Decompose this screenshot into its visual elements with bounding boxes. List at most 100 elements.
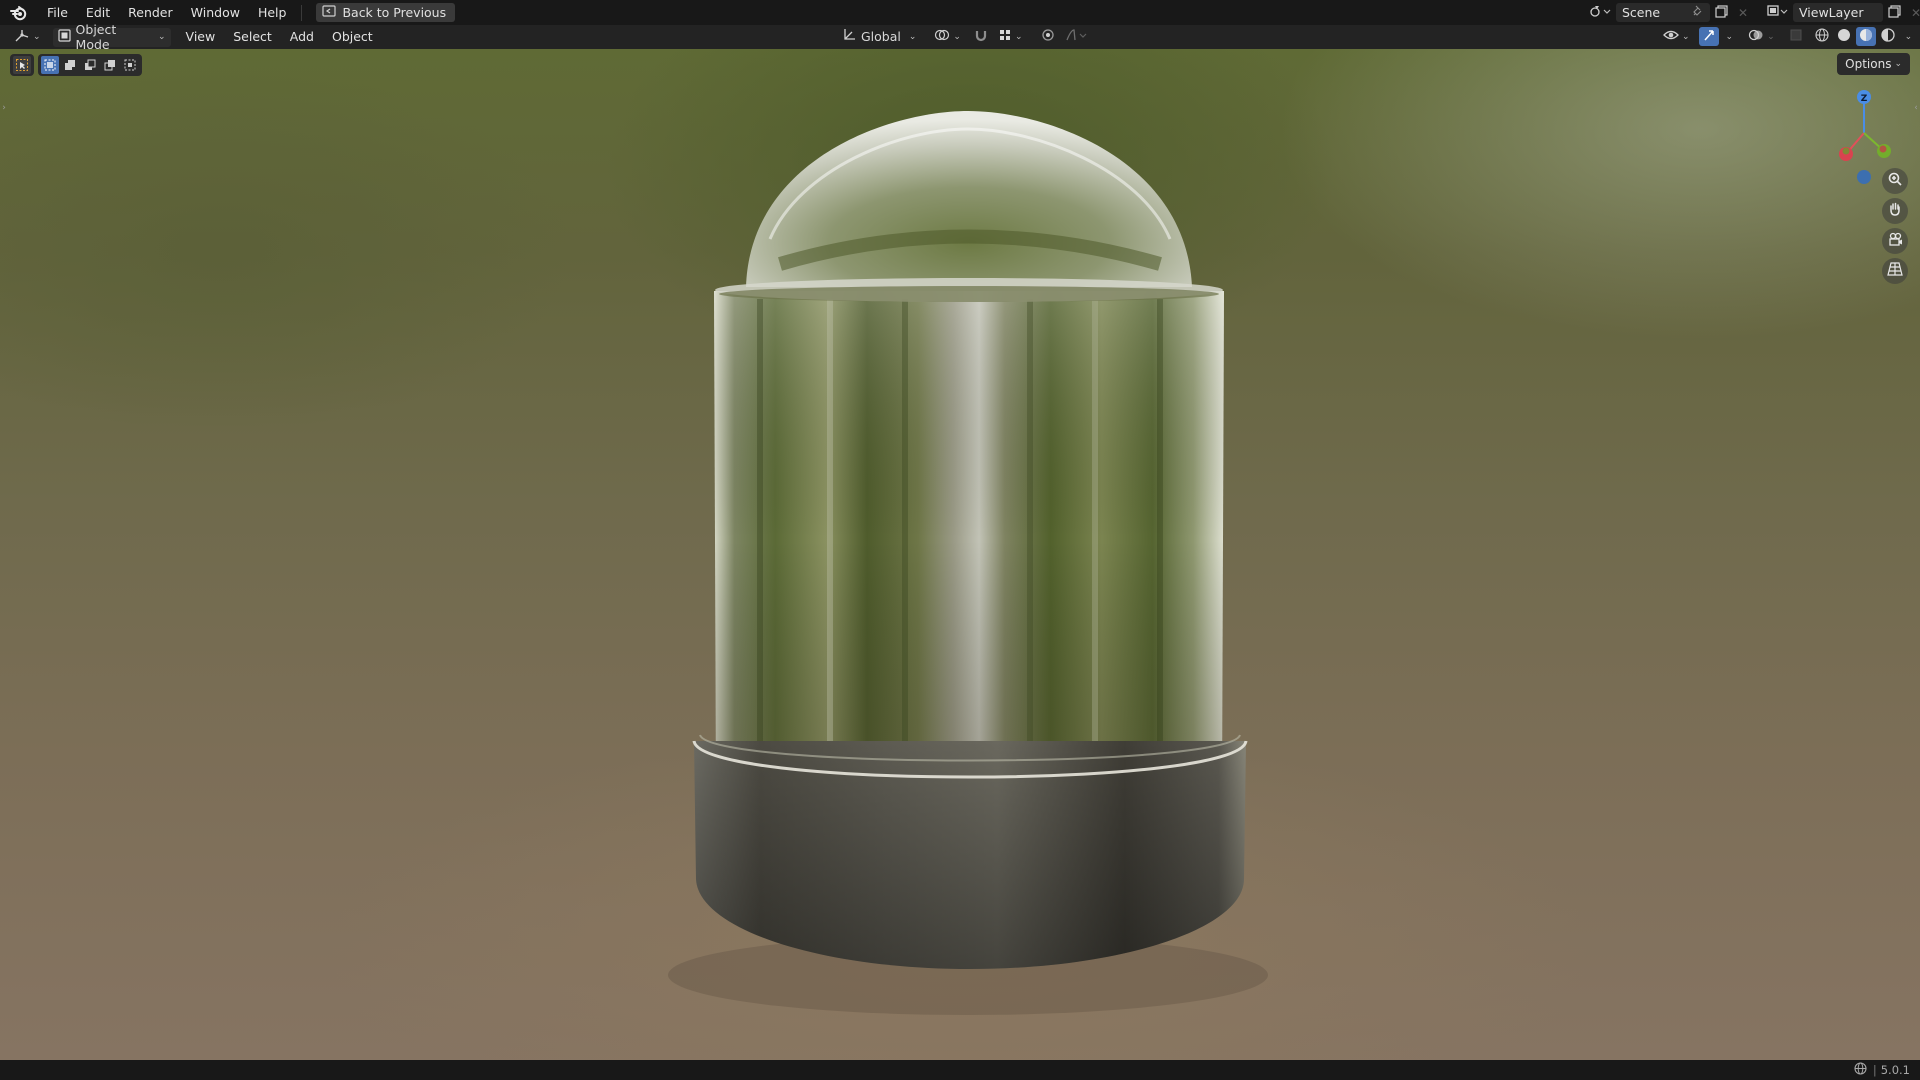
scene-name-field[interactable]: Scene: [1616, 3, 1710, 22]
shading-options-dropdown[interactable]: ⌄: [1900, 27, 1915, 46]
scene-selector-group: Scene ✕: [1586, 0, 1754, 25]
gizmo-icon: [1702, 28, 1716, 45]
dome-rim-shadow: [719, 286, 1219, 302]
new-view-layer-button[interactable]: [1883, 3, 1905, 22]
object-mode-icon: [57, 29, 71, 45]
zoom-button[interactable]: [1882, 168, 1908, 194]
mode-label: Object Mode: [75, 22, 117, 52]
scene-name: Scene: [1622, 5, 1661, 20]
view-layer-name: ViewLayer: [1799, 5, 1864, 20]
transform-orientation-selector[interactable]: Global ⌄: [838, 27, 920, 46]
chevron-down-icon: ⌄: [1725, 31, 1734, 42]
tool-row: [10, 53, 142, 77]
close-icon: ✕: [1737, 5, 1749, 20]
blender-logo-icon[interactable]: [0, 0, 38, 25]
sidebar-expand-arrow[interactable]: ‹: [1912, 99, 1920, 117]
snap-toggle[interactable]: [971, 27, 991, 46]
select-tool-button[interactable]: [13, 56, 31, 74]
neg-z-axis-handle[interactable]: [1857, 170, 1871, 184]
solid-shading-button[interactable]: [1834, 27, 1854, 46]
select-subtract-button[interactable]: [81, 56, 99, 74]
transform-controls: Global ⌄ ⌄ ⌄: [838, 27, 1090, 46]
toolbar-expand-arrow[interactable]: ›: [0, 99, 8, 117]
neg-x-axis-handle[interactable]: [1879, 145, 1887, 153]
proportional-icon: [1041, 28, 1055, 45]
menu-file[interactable]: File: [38, 0, 77, 25]
magnet-icon: [974, 28, 988, 45]
view-layer-icon: [1766, 4, 1788, 21]
xray-toggle[interactable]: [1786, 27, 1806, 46]
eye-icon: [1663, 28, 1679, 45]
duplicate-icon: [1714, 4, 1728, 21]
select-difference-button[interactable]: [101, 56, 119, 74]
remove-view-layer-button[interactable]: ✕: [1905, 3, 1920, 22]
select-extend-button[interactable]: [61, 56, 79, 74]
snap-target-selector[interactable]: ⌄: [995, 27, 1026, 46]
view-layer-name-field[interactable]: ViewLayer: [1793, 3, 1883, 22]
material-sphere-icon: [1858, 27, 1874, 46]
object-visibility-selector[interactable]: ⌄: [1660, 27, 1693, 46]
chevron-down-icon: ⌄: [908, 31, 917, 42]
divider: [301, 4, 303, 21]
proportional-falloff-selector[interactable]: [1062, 27, 1090, 46]
menu-help[interactable]: Help: [249, 0, 296, 25]
xray-icon: [1789, 28, 1803, 45]
back-to-previous-label: Back to Previous: [342, 5, 447, 20]
chevron-down-icon: ⌄: [1682, 31, 1690, 42]
gizmo-toggle[interactable]: [1698, 27, 1719, 46]
status-separator: |: [1872, 1063, 1877, 1077]
editor-type-button[interactable]: ⌄: [10, 28, 45, 47]
mode-selector[interactable]: Object Mode ⌄: [52, 22, 171, 52]
select-extend-icon: [64, 56, 76, 75]
back-icon: [322, 5, 337, 20]
view-layer-browse-button[interactable]: [1763, 3, 1791, 22]
menu-view[interactable]: View: [177, 25, 225, 49]
select-new-button[interactable]: [41, 56, 59, 74]
view-layer-group: ViewLayer ✕: [1763, 0, 1920, 25]
glass-shading: [714, 291, 1224, 789]
options-label: Options: [1845, 57, 1892, 71]
menu-object[interactable]: Object: [323, 25, 382, 49]
top-bar: File Edit Render Window Help Back to Pre…: [0, 0, 1920, 25]
menu-select[interactable]: Select: [224, 25, 281, 49]
scene-render: [668, 111, 1268, 1015]
scene-browse-button[interactable]: [1586, 3, 1614, 22]
select-new-icon: [44, 56, 56, 75]
z-axis-label: Z: [1861, 94, 1868, 104]
menu-add[interactable]: Add: [281, 25, 323, 49]
pan-button[interactable]: [1882, 198, 1908, 224]
rendered-shading-button[interactable]: [1878, 27, 1898, 46]
toggle-perspective-button[interactable]: [1882, 258, 1908, 284]
close-icon: ✕: [1910, 5, 1920, 20]
material-preview-shading-button[interactable]: [1855, 27, 1876, 46]
grid-perspective-icon: [1887, 261, 1903, 281]
gizmo-options-dropdown[interactable]: ⌄: [1721, 27, 1736, 46]
select-intersect-button[interactable]: [121, 56, 139, 74]
chevron-down-icon: ⌄: [1894, 59, 1902, 69]
hand-icon: [1887, 201, 1903, 221]
select-subtract-icon: [84, 56, 96, 75]
global-axes-icon: [842, 28, 856, 45]
zoom-magnifier-icon: [1887, 171, 1903, 191]
options-dropdown[interactable]: Options ⌄: [1837, 53, 1910, 75]
chevron-down-icon: ⌄: [33, 32, 41, 42]
neg-y-axis-handle[interactable]: [1842, 147, 1850, 155]
pivot-point-selector[interactable]: ⌄: [930, 27, 965, 46]
pin-icon[interactable]: [1692, 5, 1704, 20]
scene-icon: [1589, 4, 1611, 21]
chevron-down-icon: ⌄: [158, 32, 166, 42]
menu-window[interactable]: Window: [182, 0, 249, 25]
globe-icon: [1854, 1062, 1867, 1078]
chevron-down-icon: ⌄: [1904, 31, 1913, 42]
remove-scene-button[interactable]: ✕: [1732, 3, 1754, 22]
back-to-previous-button[interactable]: Back to Previous: [316, 3, 456, 22]
camera-view-button[interactable]: [1882, 228, 1908, 254]
3d-viewport[interactable]: Options ⌄ › ‹ Z: [0, 49, 1920, 1060]
cursor-arrow-icon: [16, 56, 28, 75]
wireframe-shading-button[interactable]: [1812, 27, 1832, 46]
solid-sphere-icon: [1836, 27, 1852, 46]
new-scene-button[interactable]: [1710, 3, 1732, 22]
proportional-editing-toggle[interactable]: [1038, 27, 1058, 46]
overlays-toggle[interactable]: ⌄: [1745, 27, 1778, 46]
overlays-icon: [1748, 28, 1764, 45]
